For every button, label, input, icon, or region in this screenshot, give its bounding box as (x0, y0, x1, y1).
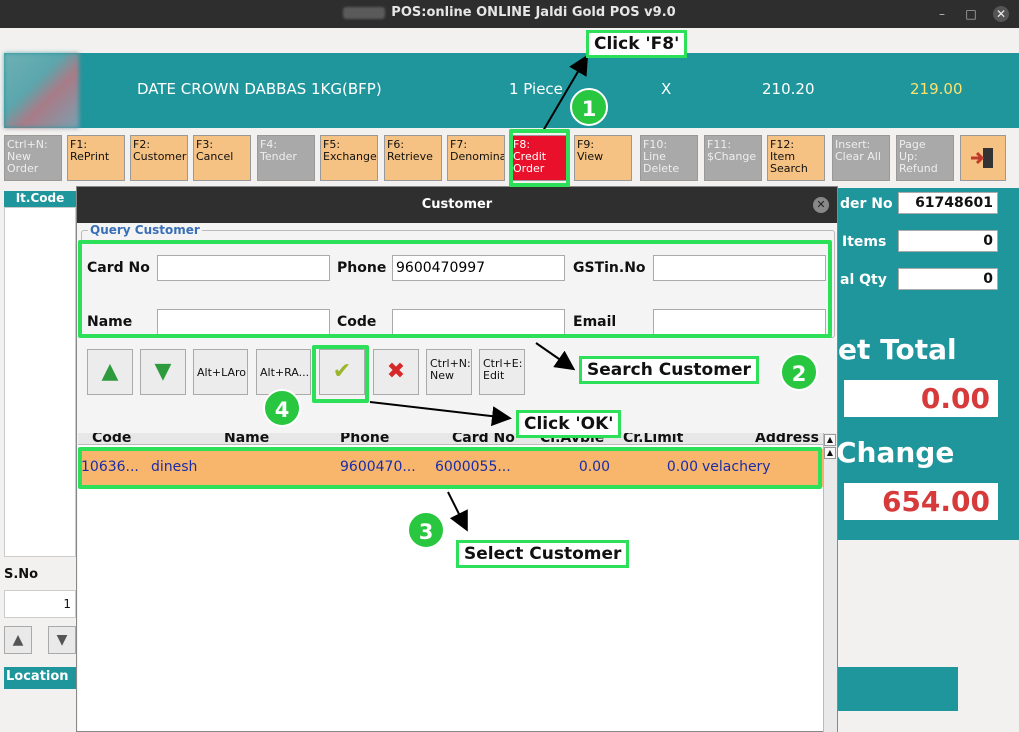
annotation-arrows (369, 54, 589, 532)
step-3-badge: 3 (407, 511, 445, 549)
callout-select-customer: Select Customer (456, 540, 630, 568)
callout-click-ok: Click 'OK' (516, 410, 622, 438)
callout-search-customer: Search Customer (579, 356, 759, 384)
step-4-badge: 4 (263, 389, 301, 427)
step-2-badge: 2 (780, 353, 818, 391)
callout-click-f8: Click 'F8' (586, 30, 688, 58)
step-1-badge: 1 (570, 88, 608, 126)
